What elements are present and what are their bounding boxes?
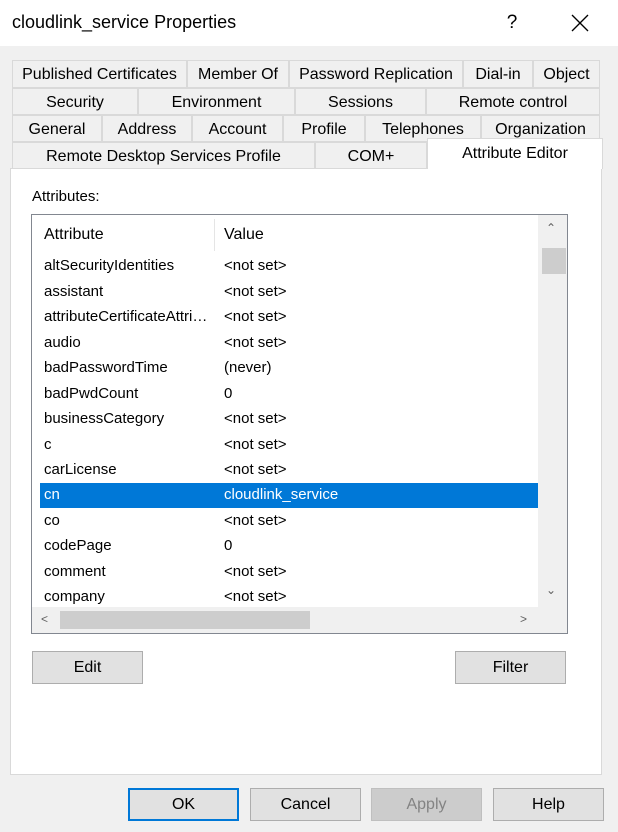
tab-attribute-editor[interactable]: Attribute Editor bbox=[427, 138, 603, 169]
table-row[interactable]: carLicense <not set> bbox=[40, 458, 540, 483]
attribute-value: <not set> bbox=[224, 257, 287, 274]
horizontal-scroll-thumb[interactable] bbox=[60, 611, 310, 629]
tab-dial-in[interactable]: Dial-in bbox=[463, 60, 533, 88]
attribute-value: 0 bbox=[224, 385, 233, 402]
edit-button[interactable]: Edit bbox=[32, 651, 143, 684]
close-button[interactable] bbox=[563, 8, 597, 38]
scroll-left-icon[interactable]: < bbox=[41, 612, 48, 626]
table-row[interactable]: altSecurityIdentities <not set> bbox=[40, 254, 540, 279]
help-dialog-button[interactable]: Help bbox=[493, 788, 604, 821]
table-row[interactable]: comment <not set> bbox=[40, 560, 540, 585]
attribute-name: audio bbox=[44, 334, 81, 351]
apply-button[interactable]: Apply bbox=[371, 788, 482, 821]
attribute-name: cn bbox=[44, 486, 60, 503]
attribute-name: businessCategory bbox=[44, 410, 165, 427]
attribute-value: <not set> bbox=[224, 461, 287, 478]
table-row-selected[interactable]: cn cloudlink_service bbox=[40, 483, 540, 508]
tab-account[interactable]: Account bbox=[192, 115, 283, 142]
attribute-name: attributeCertificateAttribute bbox=[44, 308, 214, 325]
attributes-label: Attributes: bbox=[32, 188, 100, 205]
scroll-up-icon[interactable]: ⌃ bbox=[546, 221, 556, 235]
attribute-value: <not set> bbox=[224, 588, 287, 605]
attribute-value: <not set> bbox=[224, 334, 287, 351]
attribute-value: (never) bbox=[224, 359, 272, 376]
attribute-name: codePage bbox=[44, 537, 112, 554]
tab-com-plus[interactable]: COM+ bbox=[315, 142, 427, 169]
close-icon bbox=[571, 14, 589, 32]
scroll-right-icon[interactable]: > bbox=[520, 612, 527, 626]
table-row[interactable]: badPasswordTime (never) bbox=[40, 356, 540, 381]
attribute-value: <not set> bbox=[224, 436, 287, 453]
tab-member-of[interactable]: Member Of bbox=[187, 60, 289, 88]
table-row[interactable]: businessCategory <not set> bbox=[40, 407, 540, 432]
attribute-name: badPasswordTime bbox=[44, 359, 168, 376]
horizontal-scrollbar[interactable]: < > bbox=[32, 607, 567, 633]
attribute-name: altSecurityIdentities bbox=[44, 257, 175, 274]
table-row[interactable]: codePage 0 bbox=[40, 534, 540, 559]
tab-profile[interactable]: Profile bbox=[283, 115, 365, 142]
column-separator[interactable] bbox=[214, 219, 215, 251]
attribute-list[interactable]: Attribute Value altSecurityIdentities <no… bbox=[31, 214, 568, 634]
attribute-value: 0 bbox=[224, 537, 233, 554]
attribute-name: badPwdCount bbox=[44, 385, 139, 402]
attribute-value: <not set> bbox=[224, 563, 287, 580]
table-row[interactable]: badPwdCount 0 bbox=[40, 382, 540, 407]
vertical-scrollbar[interactable]: ⌃ ⌄ bbox=[538, 215, 567, 607]
table-row[interactable]: attributeCertificateAttribute <not set> bbox=[40, 305, 540, 330]
column-header-value[interactable]: Value bbox=[224, 215, 264, 255]
help-button[interactable]: ? bbox=[497, 8, 527, 38]
title-bar: cloudlink_service Properties ? bbox=[0, 0, 618, 46]
tab-sessions[interactable]: Sessions bbox=[295, 88, 426, 115]
attribute-name: company bbox=[44, 588, 105, 605]
cancel-button[interactable]: Cancel bbox=[250, 788, 361, 821]
attribute-name: comment bbox=[44, 563, 106, 580]
attribute-value: <not set> bbox=[224, 410, 287, 427]
tab-object[interactable]: Object bbox=[533, 60, 600, 88]
tab-remote-control[interactable]: Remote control bbox=[426, 88, 600, 115]
attribute-value: <not set> bbox=[224, 308, 287, 325]
tab-remote-desktop-services-profile[interactable]: Remote Desktop Services Profile bbox=[12, 142, 315, 169]
table-row[interactable]: audio <not set> bbox=[40, 331, 540, 356]
vertical-scroll-thumb[interactable] bbox=[542, 248, 566, 274]
tab-general[interactable]: General bbox=[12, 115, 102, 142]
tab-password-replication[interactable]: Password Replication bbox=[289, 60, 463, 88]
column-header-attribute[interactable]: Attribute bbox=[44, 215, 104, 255]
tab-environment[interactable]: Environment bbox=[138, 88, 295, 115]
table-row[interactable]: assistant <not set> bbox=[40, 280, 540, 305]
attribute-name: assistant bbox=[44, 283, 104, 300]
window-title: cloudlink_service Properties bbox=[12, 12, 237, 32]
attribute-value: <not set> bbox=[224, 283, 287, 300]
tab-security[interactable]: Security bbox=[12, 88, 138, 115]
attribute-value: <not set> bbox=[224, 512, 287, 529]
attribute-name: c bbox=[44, 436, 52, 453]
tab-published-certificates[interactable]: Published Certificates bbox=[12, 60, 187, 88]
attribute-name: carLicense bbox=[44, 461, 117, 478]
scroll-down-icon[interactable]: ⌄ bbox=[546, 583, 556, 597]
ok-button[interactable]: OK bbox=[128, 788, 239, 821]
attribute-value: cloudlink_service bbox=[224, 486, 339, 503]
table-row[interactable]: c <not set> bbox=[40, 433, 540, 458]
attribute-name: co bbox=[44, 512, 60, 529]
table-row[interactable]: co <not set> bbox=[40, 509, 540, 534]
filter-button[interactable]: Filter bbox=[455, 651, 566, 684]
tab-address[interactable]: Address bbox=[102, 115, 192, 142]
